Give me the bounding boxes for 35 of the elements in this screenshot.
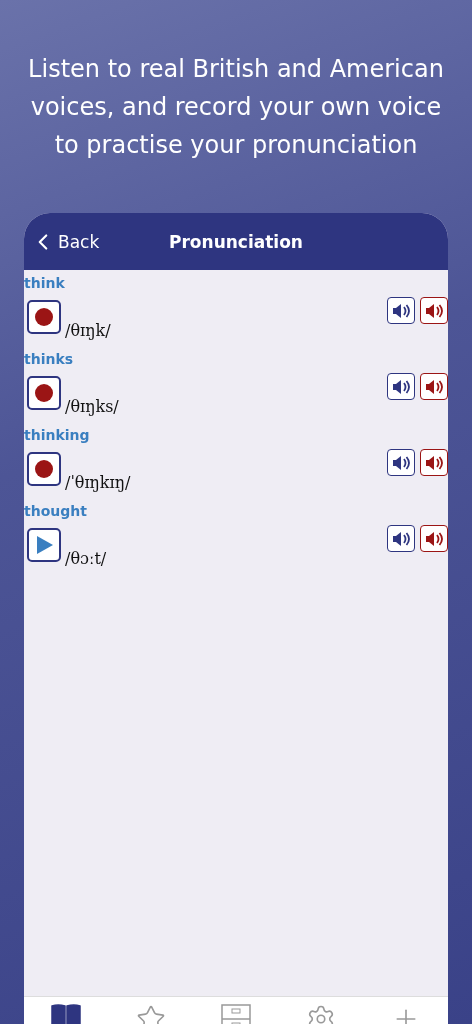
word-label: thinks bbox=[24, 350, 74, 369]
british-audio-button[interactable] bbox=[387, 449, 415, 476]
speaker-icon bbox=[391, 529, 411, 548]
word-label: thinking bbox=[24, 426, 90, 445]
record-icon bbox=[34, 459, 54, 479]
record-icon bbox=[34, 307, 54, 327]
record-button[interactable] bbox=[27, 452, 61, 486]
back-button[interactable]: Back bbox=[30, 228, 100, 255]
speaker-icon bbox=[391, 377, 411, 396]
american-audio-button[interactable] bbox=[420, 525, 448, 552]
speaker-icon bbox=[424, 377, 444, 396]
american-audio-button[interactable] bbox=[420, 373, 448, 400]
word-label: think bbox=[24, 274, 65, 293]
american-audio-button[interactable] bbox=[420, 449, 448, 476]
british-audio-button[interactable] bbox=[387, 525, 415, 552]
speaker-icon bbox=[391, 301, 411, 320]
phonetic-text: /θɪŋks/ bbox=[65, 397, 119, 416]
headline: Listen to real British and American voices, and record your own voice to practise your pronunciation bbox=[27, 54, 445, 161]
speaker-icon bbox=[391, 453, 411, 472]
phonetic-text: /θɪŋk/ bbox=[65, 321, 111, 340]
record-button[interactable] bbox=[27, 376, 61, 410]
play-icon bbox=[34, 535, 54, 555]
phonetic-text: /ˈθɪŋkɪŋ/ bbox=[65, 473, 131, 492]
speaker-icon bbox=[424, 529, 444, 548]
speaker-icon bbox=[424, 453, 444, 472]
british-audio-button[interactable] bbox=[387, 373, 415, 400]
screen-title: Pronunciation bbox=[169, 231, 303, 252]
american-audio-button[interactable] bbox=[420, 297, 448, 324]
word-label: thought bbox=[24, 502, 87, 521]
play-button[interactable] bbox=[27, 528, 61, 562]
british-audio-button[interactable] bbox=[387, 297, 415, 324]
phonetic-text: /θɔːt/ bbox=[65, 549, 107, 568]
record-button[interactable] bbox=[27, 300, 61, 334]
speaker-icon bbox=[424, 301, 444, 320]
record-icon bbox=[34, 383, 54, 403]
